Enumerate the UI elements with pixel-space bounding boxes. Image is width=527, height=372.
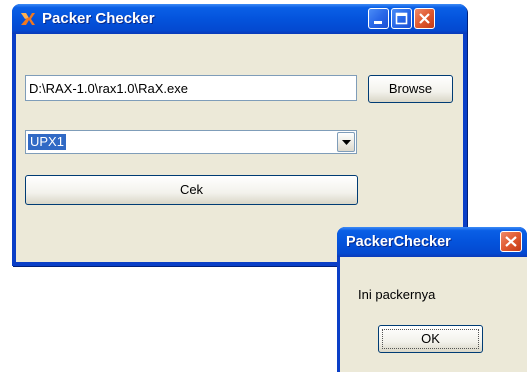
maximize-button[interactable] [391, 8, 412, 29]
orange-x-icon [20, 11, 36, 27]
dialog-titlebar[interactable]: PackerChecker [337, 227, 527, 257]
minimize-icon [374, 21, 382, 24]
maximize-icon [395, 12, 408, 25]
dialog-close-button[interactable] [500, 231, 522, 252]
ok-button[interactable]: OK [378, 325, 483, 353]
dialog-message: Ini packernya [358, 287, 436, 302]
close-button[interactable] [414, 8, 435, 29]
dialog-client-area: Ini packernya OK [340, 257, 527, 372]
minimize-button[interactable] [368, 8, 389, 29]
focus-outline [382, 329, 479, 349]
dialog-title: PackerChecker [346, 234, 451, 250]
window-title: Packer Checker [42, 10, 155, 27]
packer-select-value: UPX1 [28, 134, 66, 150]
window-titlebar[interactable]: Packer Checker [12, 4, 467, 34]
close-icon [505, 236, 517, 247]
browse-button[interactable]: Browse [368, 75, 453, 103]
message-dialog: PackerChecker Ini packernya OK [337, 227, 527, 372]
check-button[interactable]: Cek [25, 175, 358, 205]
packer-select[interactable]: UPX1 [25, 130, 357, 154]
chevron-down-icon [342, 140, 351, 145]
packer-select-dropdown-button[interactable] [337, 132, 355, 152]
close-icon [419, 13, 430, 24]
file-path-field[interactable]: D:\RAX-1.0\rax1.0\RaX.exe [25, 75, 357, 101]
